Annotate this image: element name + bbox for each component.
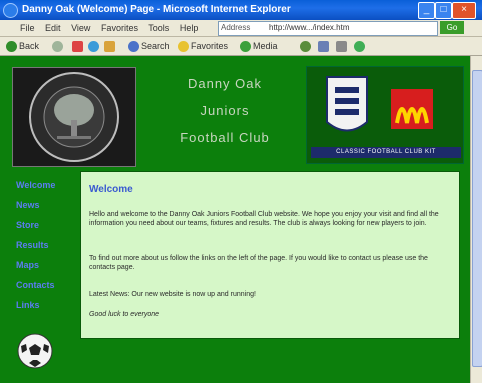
nav-contacts[interactable]: Contacts — [16, 280, 55, 290]
menu-help[interactable]: Help — [180, 23, 199, 33]
menu-tools[interactable]: Tools — [148, 23, 169, 33]
search-icon — [128, 40, 139, 52]
stop-button[interactable] — [72, 40, 85, 52]
internet-explorer-icon — [3, 3, 18, 18]
club-title: Danny Oak Juniors Football Club — [145, 70, 305, 151]
back-button[interactable]: Back — [6, 40, 39, 52]
edit-button[interactable] — [354, 40, 367, 52]
football-image — [16, 332, 54, 370]
window-title: Danny Oak (Welcome) Page - Microsoft Int… — [22, 4, 291, 15]
menu-edit[interactable]: Edit — [45, 23, 61, 33]
nav-links[interactable]: Links — [16, 300, 55, 310]
print-button[interactable] — [336, 40, 349, 52]
maximize-button[interactable]: □ — [435, 2, 452, 19]
favorites-star-icon — [178, 40, 189, 52]
menu-favorites[interactable]: Favorites — [101, 23, 138, 33]
club-title-line-2: Juniors — [200, 103, 250, 118]
nav-welcome[interactable]: Welcome — [16, 180, 55, 190]
mail-icon — [318, 40, 329, 52]
forward-button[interactable] — [52, 40, 65, 52]
nav-news[interactable]: News — [16, 200, 55, 210]
minimize-button[interactable]: _ — [418, 2, 435, 19]
scrollbar-thumb[interactable] — [472, 70, 482, 367]
welcome-paragraph-1: Hello and welcome to the Danny Oak Junio… — [89, 211, 439, 227]
media-button[interactable]: Media — [240, 40, 278, 52]
mail-button[interactable] — [318, 40, 331, 52]
history-icon — [300, 40, 311, 52]
address-value[interactable]: http://www.../index.htm — [269, 23, 349, 32]
sponsor-banner: CLASSIC FOOTBALL CLUB KIT — [311, 147, 461, 158]
menu-bar: File Edit View Favorites Tools Help Addr… — [0, 20, 482, 37]
media-label: Media — [253, 41, 278, 51]
refresh-button[interactable] — [88, 40, 101, 52]
media-icon — [240, 40, 251, 52]
welcome-content-panel: Welcome Hello and welcome to the Danny O… — [80, 171, 460, 339]
refresh-icon — [88, 40, 99, 52]
print-icon — [336, 40, 347, 52]
nav-store[interactable]: Store — [16, 220, 55, 230]
football-icon — [17, 333, 53, 369]
three-lions-icon — [335, 87, 359, 115]
favorites-button[interactable]: Favorites — [178, 40, 228, 52]
edit-icon — [354, 40, 365, 52]
welcome-paragraph-2: To find out more about us follow the lin… — [89, 255, 428, 271]
menu-view[interactable]: View — [71, 23, 90, 33]
sign-off-text: Good luck to everyone — [89, 311, 160, 318]
club-title-line-3: Football Club — [180, 130, 270, 145]
menu-file[interactable]: File — [20, 23, 35, 33]
go-button[interactable]: Go — [440, 21, 464, 34]
club-crest-image — [12, 67, 136, 167]
vertical-scrollbar[interactable] — [470, 56, 482, 383]
history-button[interactable] — [300, 40, 313, 52]
site-nav: Welcome News Store Results Maps Contacts… — [16, 180, 55, 320]
search-label: Search — [141, 41, 170, 51]
close-button[interactable]: × — [452, 2, 476, 19]
search-button[interactable]: Search — [128, 40, 170, 52]
latest-news-text: Latest News: Our new website is now up a… — [89, 291, 256, 298]
back-arrow-icon — [6, 40, 17, 52]
club-title-line-1: Danny Oak — [187, 76, 263, 91]
address-bar[interactable]: Address http://www.../index.htm — [218, 21, 438, 36]
window-titlebar: Danny Oak (Welcome) Page - Microsoft Int… — [0, 0, 482, 20]
home-icon — [104, 40, 115, 52]
browser-toolbar: Back Search Favorites Media — [0, 37, 482, 56]
favorites-label: Favorites — [191, 41, 229, 51]
home-button[interactable] — [104, 40, 117, 52]
nav-results[interactable]: Results — [16, 240, 55, 250]
nav-maps[interactable]: Maps — [16, 260, 55, 270]
stop-icon — [72, 40, 83, 52]
forward-arrow-icon — [52, 40, 63, 52]
oak-tree-crest-icon — [29, 72, 119, 162]
back-label: Back — [19, 41, 40, 51]
welcome-heading: Welcome — [89, 184, 133, 195]
address-label: Address — [221, 23, 251, 32]
menu-items: File Edit View Favorites Tools Help — [20, 23, 206, 33]
